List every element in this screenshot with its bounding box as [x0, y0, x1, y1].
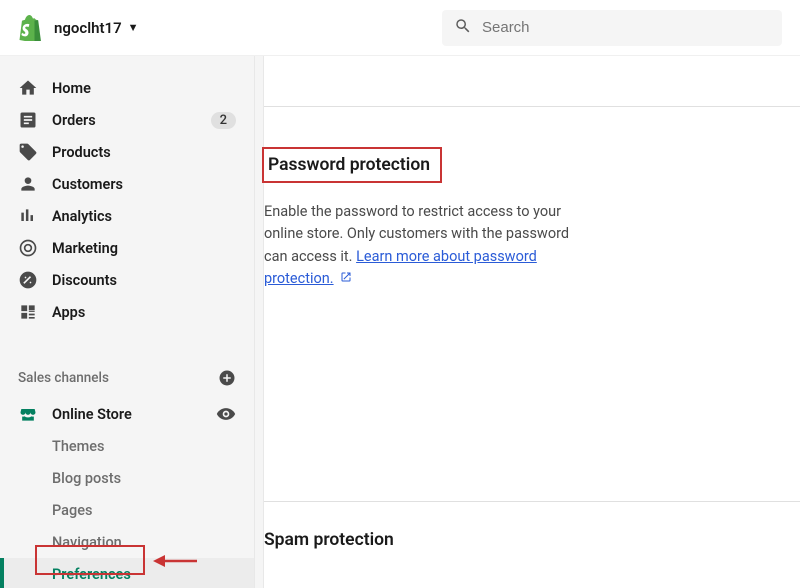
nav-customers[interactable]: Customers	[0, 168, 254, 200]
subnav-navigation[interactable]: Navigation	[0, 526, 254, 558]
section-label: Sales channels	[18, 370, 109, 386]
subnav-label: Preferences	[52, 566, 131, 583]
nav-label: Home	[52, 80, 91, 97]
store-switcher[interactable]: ngoclht17 ▼	[54, 19, 139, 37]
nav-label: Orders	[52, 112, 96, 129]
subnav-blog-posts[interactable]: Blog posts	[0, 462, 254, 494]
password-protection-description: Enable the password to restrict access t…	[264, 201, 574, 291]
store-name: ngoclht17	[54, 19, 122, 37]
external-link-icon	[340, 268, 352, 280]
search-input[interactable]	[482, 19, 770, 36]
subnav-label: Navigation	[52, 534, 122, 551]
search-icon	[454, 17, 482, 39]
discount-icon	[18, 270, 38, 290]
nav-apps[interactable]: Apps	[0, 296, 254, 328]
analytics-icon	[18, 206, 38, 226]
nav-label: Customers	[52, 176, 123, 193]
tag-icon	[18, 142, 38, 162]
orders-icon	[18, 110, 38, 130]
nav-label: Discounts	[52, 272, 117, 289]
apps-icon	[18, 302, 38, 322]
nav-products[interactable]: Products	[0, 136, 254, 168]
subnav-label: Pages	[52, 502, 92, 519]
search-field[interactable]	[442, 10, 782, 46]
nav-label: Online Store	[52, 406, 132, 423]
nav-label: Apps	[52, 304, 85, 321]
nav-label: Analytics	[52, 208, 112, 225]
nav-orders[interactable]: Orders 2	[0, 104, 254, 136]
annotation-arrow-icon	[153, 552, 197, 570]
nav-label: Marketing	[52, 240, 118, 257]
subnav-pages[interactable]: Pages	[0, 494, 254, 526]
sales-channels-header: Sales channels	[0, 364, 254, 392]
shopify-logo-icon	[18, 15, 42, 41]
nav-online-store[interactable]: Online Store	[0, 398, 254, 430]
nav-discounts[interactable]: Discounts	[0, 264, 254, 296]
nav-label: Products	[52, 144, 111, 161]
subnav-label: Blog posts	[52, 470, 121, 487]
person-icon	[18, 174, 38, 194]
store-icon	[18, 404, 38, 424]
spam-protection-title: Spam protection	[264, 530, 800, 550]
target-icon	[18, 238, 38, 258]
orders-badge: 2	[211, 112, 236, 129]
view-store-button[interactable]	[216, 404, 236, 424]
subnav-preferences[interactable]: Preferences	[0, 558, 254, 588]
home-icon	[18, 78, 38, 98]
nav-analytics[interactable]: Analytics	[0, 200, 254, 232]
spam-protection-section: Spam protection	[264, 530, 800, 550]
annotation-highlight-box: Password protection	[262, 147, 442, 183]
subnav-label: Themes	[52, 438, 105, 455]
subnav-themes[interactable]: Themes	[0, 430, 254, 462]
caret-down-icon: ▼	[128, 21, 139, 34]
sidebar: Home Orders 2 Products Customers Analyti…	[0, 56, 255, 588]
nav-home[interactable]: Home	[0, 72, 254, 104]
nav-marketing[interactable]: Marketing	[0, 232, 254, 264]
main-content: Password protection Enable the password …	[263, 56, 800, 588]
add-channel-button[interactable]	[218, 369, 236, 387]
password-protection-title: Password protection	[264, 149, 440, 181]
